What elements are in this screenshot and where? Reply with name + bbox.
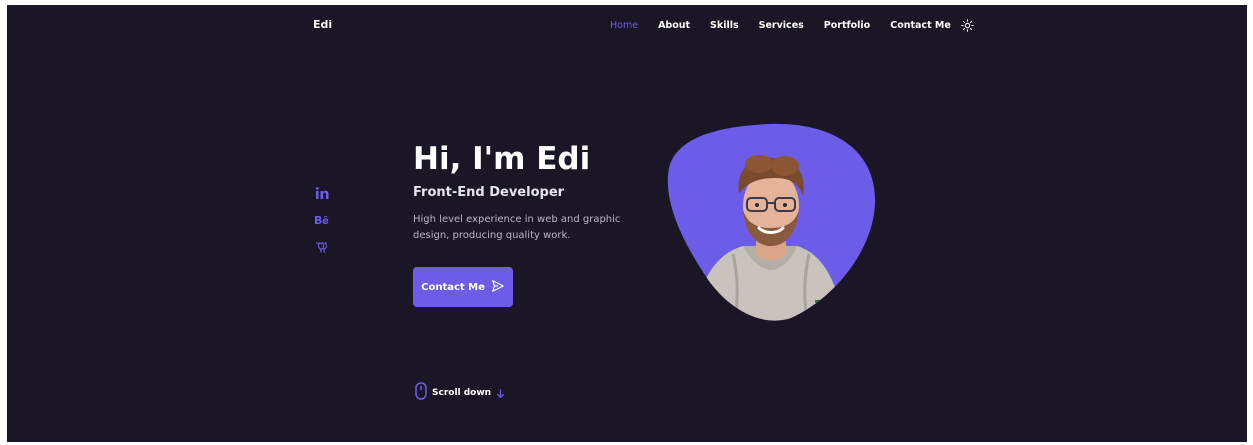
sun-icon[interactable] (961, 18, 975, 32)
scroll-down[interactable]: Scroll down (415, 382, 505, 404)
linkedin-icon[interactable] (315, 186, 329, 200)
nav-services[interactable]: Services (759, 20, 804, 31)
nav-home[interactable]: Home (610, 20, 638, 31)
hero-title: Hi, I'm Edi (413, 141, 591, 177)
github-icon[interactable] (315, 240, 329, 254)
arrow-down-icon (496, 384, 505, 403)
main-nav: Home About Skills Services Portfolio Con… (610, 18, 975, 32)
hero-description: High level experience in web and graphic… (413, 214, 621, 241)
mouse-icon (415, 382, 427, 404)
scroll-down-label: Scroll down (432, 388, 492, 398)
send-icon (491, 279, 505, 296)
nav-portfolio[interactable]: Portfolio (824, 20, 870, 31)
contact-me-button[interactable]: Contact Me (413, 267, 513, 307)
hero-subtitle: Front-End Developer (413, 185, 565, 200)
nav-skills[interactable]: Skills (710, 20, 739, 31)
behance-icon[interactable] (315, 213, 329, 227)
nav-contact-me[interactable]: Contact Me (890, 20, 951, 31)
social-links (315, 186, 329, 254)
logo[interactable]: Edi (313, 18, 332, 31)
nav-about[interactable]: About (658, 20, 690, 31)
contact-me-label: Contact Me (421, 281, 485, 293)
profile-avatar (663, 122, 877, 322)
page: Edi Home About Skills Services Portfolio… (7, 5, 1247, 442)
